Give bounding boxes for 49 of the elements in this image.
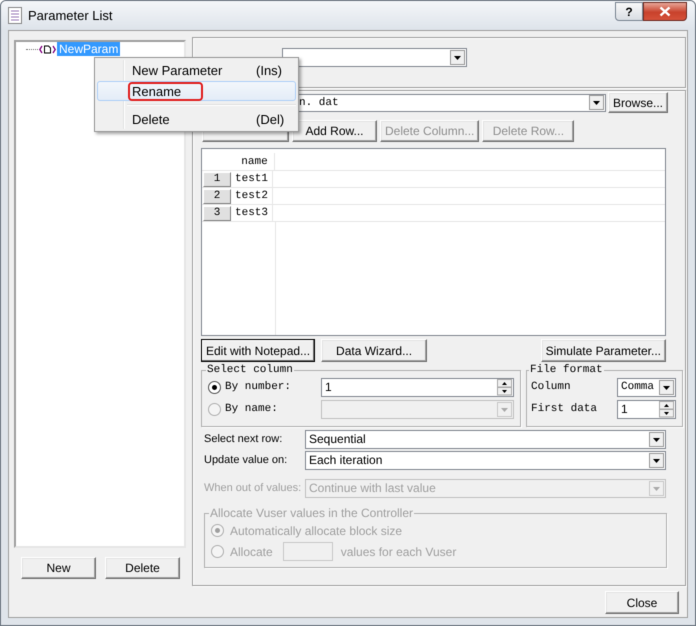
shortcut-label: (Del) <box>256 112 284 126</box>
bracket-document-icon <box>39 44 56 54</box>
spin-field[interactable]: 1 <box>321 378 514 396</box>
menu-item-label: New Parameter <box>131 62 224 80</box>
close-dialog-button[interactable]: Close <box>605 591 679 614</box>
menu-item[interactable]: Rename <box>97 81 296 101</box>
menu-item-label: Rename <box>128 82 204 100</box>
tree-action-button[interactable]: Delete <box>105 557 180 579</box>
field-suffix: values for each Vuser <box>340 544 456 558</box>
setting-dropdown[interactable]: Sequential <box>305 430 666 448</box>
action-button[interactable]: Simulate Parameter... <box>540 339 666 362</box>
table-button[interactable]: Add Row... <box>292 120 377 142</box>
setting-dropdown[interactable]: Each iteration <box>305 450 666 470</box>
help-button[interactable]: ? <box>615 2 643 21</box>
spin-arrows-icon[interactable] <box>659 400 674 418</box>
row-header[interactable]: 1 <box>203 172 231 186</box>
list-document-icon <box>8 7 22 24</box>
table-cell: test3 <box>233 205 273 221</box>
radio-button[interactable] <box>208 380 221 394</box>
spin-arrows-icon[interactable] <box>497 378 512 396</box>
radio-label[interactable]: By number: <box>225 381 317 393</box>
field-label: First data <box>531 403 598 415</box>
action-button[interactable]: Data Wizard... <box>321 339 428 362</box>
window-title: Parameter List <box>28 8 113 23</box>
close-button[interactable] <box>643 2 687 21</box>
menu-item-label: Delete <box>131 110 171 128</box>
browse-button[interactable]: Browse... <box>608 92 668 113</box>
table-cell: test2 <box>233 188 273 204</box>
spin-field[interactable]: 1 <box>617 400 676 418</box>
row-header[interactable]: 3 <box>203 206 231 220</box>
tree-action-button[interactable]: New <box>21 557 96 579</box>
column-header[interactable]: name <box>235 153 275 170</box>
field-label: Column <box>531 381 572 393</box>
group-title: File format <box>529 364 604 376</box>
close-icon <box>659 6 671 17</box>
setting-label: Select next row: <box>203 433 284 445</box>
table-cell: test1 <box>233 171 273 187</box>
shortcut-label: (Ins) <box>256 62 282 78</box>
tree-line <box>26 48 38 50</box>
setting-label: When out of values: <box>203 482 302 494</box>
group-title: Allocate Vuser values in the Controller <box>209 506 414 520</box>
menu-item[interactable]: New Parameter (Ins) <box>97 60 296 80</box>
parameter-type-dropdown[interactable] <box>282 48 467 67</box>
setting-label: Update value on: <box>203 454 288 466</box>
row-header[interactable]: 2 <box>203 188 231 204</box>
action-button[interactable]: Edit with Notepad... <box>201 339 316 362</box>
column-separator-dropdown[interactable]: Comma <box>617 378 676 396</box>
block-size-field[interactable] <box>282 542 333 561</box>
group-title: Select column <box>206 364 294 376</box>
